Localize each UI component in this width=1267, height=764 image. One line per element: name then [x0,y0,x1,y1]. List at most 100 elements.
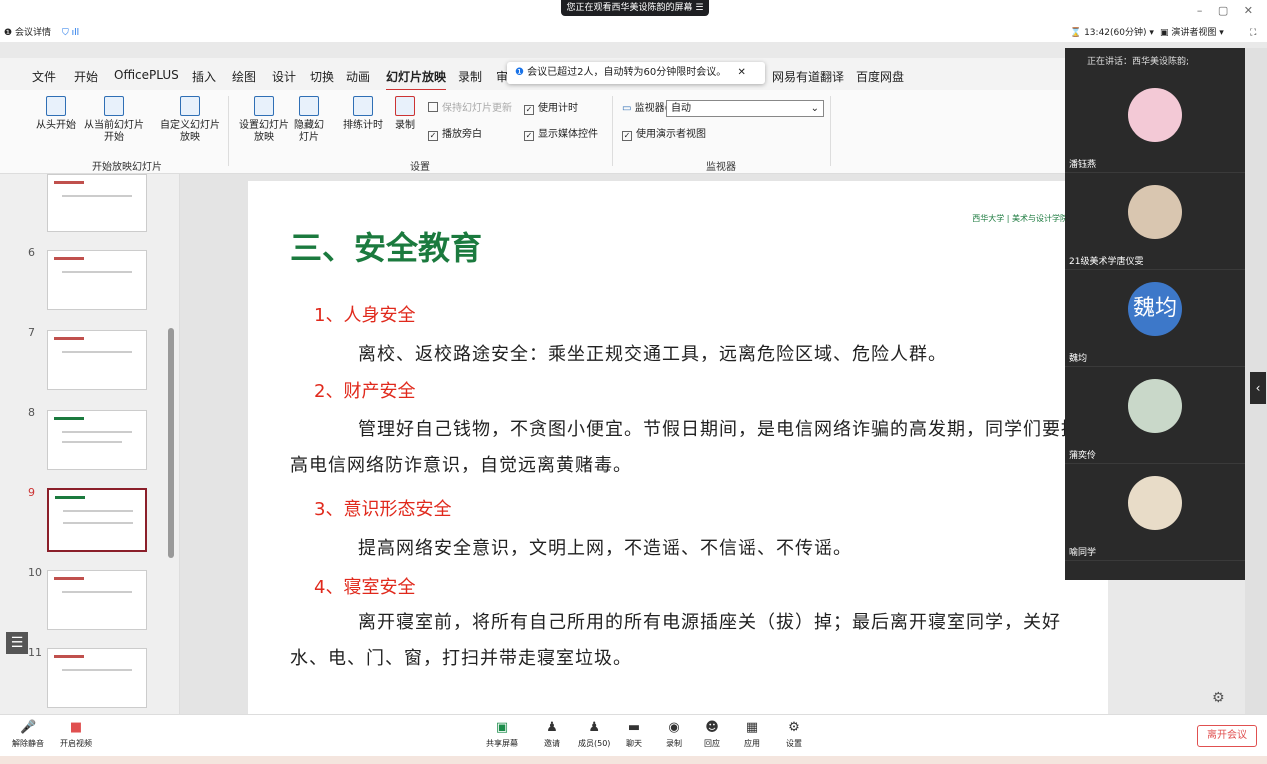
play-narration-checkbox[interactable]: ✓ 播放旁白 [428,128,482,142]
tab-design[interactable]: 设计 [272,68,296,85]
camera-off-icon: ■ [69,720,83,735]
participant-tile[interactable]: 21级美术学唐仪雯 [1065,173,1245,270]
slide-number: 7 [28,326,35,339]
members-icon: ♟ [588,720,601,735]
slide-number: 6 [28,246,35,259]
avatar [1128,88,1182,142]
share-screen-icon: ▣ [495,720,509,735]
presenter-view-checkbox[interactable]: ✓ 使用演示者视图 [622,128,706,142]
divider [830,96,831,166]
taskbar-strip [0,756,1267,764]
slide-thumbnail[interactable] [47,570,147,630]
tab-transitions[interactable]: 切换 [310,68,334,85]
slide-number: 11 [28,646,42,659]
participant-tile[interactable]: 潘钰燕 [1065,76,1245,173]
record-button[interactable]: 录制 [390,96,420,132]
custom-show-button[interactable]: 自定义幻灯片放映 [158,96,222,144]
tab-youdao[interactable]: 网易有道翻译 [772,68,844,85]
chat-button[interactable]: ▬ 聊天 [626,721,642,749]
tab-home[interactable]: 开始 [74,68,98,85]
from-start-button[interactable]: 从头开始 [34,96,78,132]
participant-video-panel: 正在讲话：西华美设陈韵; 潘钰燕 21级美术学唐仪雯 魏均 魏均 蒲奕伶 喻同学 [1065,48,1245,580]
time-limit-toast: ❶ 会议已超过2人，自动转为60分钟限时会议。 ✕ [507,62,765,84]
invite-button[interactable]: ♟ 邀请 [544,721,560,749]
keep-updated-checkbox[interactable]: 保持幻灯片更新 [428,102,512,116]
section-heading: 3、意识形态安全 [314,499,452,520]
current-slide[interactable]: 三、安全教育 西华大学 | 美术与设计学院 1、人身安全 离校、返校路途安全：乘… [248,181,1108,714]
avatar [1128,379,1182,433]
mic-muted-icon: 🎤 [20,720,37,735]
tab-baidu[interactable]: 百度网盘 [856,68,904,85]
university-logo: 西华大学 | 美术与设计学院 [972,214,1068,223]
participant-tile[interactable]: 喻同学 [1065,464,1245,561]
presenter-view-button[interactable]: ▣ 演讲者视图 ▾ [1160,26,1224,40]
participant-tile[interactable]: 蒲奕伶 [1065,367,1245,464]
share-screen-button[interactable]: ▣ 共享屏幕 [486,721,518,749]
setup-show-button[interactable]: 设置幻灯片放映 [236,96,292,144]
avatar [1128,185,1182,239]
tab-record[interactable]: 录制 [458,68,482,85]
invite-icon: ♟ [546,720,558,735]
chat-icon: ▬ [627,720,641,735]
collapse-panel-button[interactable]: ‹ [1250,372,1266,404]
section-heading: 2、财产安全 [314,381,416,402]
window-controls[interactable]: – ▢ ✕ [1197,4,1259,17]
screen-share-banner[interactable]: 您正在观看西华美设陈韵的屏幕 ☰ [561,0,709,16]
start-video-button[interactable]: ■ 开启视频 [60,721,92,749]
paragraph: 提高网络安全意识，文明上网，不造谣、不信谣、不传谣。 [358,538,852,559]
custom-show-icon [180,96,200,116]
react-button[interactable]: ☻ 回应 [704,721,720,749]
ribbon: 从头开始 从当前幻灯片开始 自定义幻灯片放映 开始放映幻灯片 设置幻灯片放映 隐… [0,90,1065,174]
meeting-bar: ❶ 会议详情 ⛉ ıll ⌛ 13:42(60分钟) ▾ ▣ 演讲者视图 ▾ ⛶ [0,24,1267,42]
use-timing-checkbox[interactable]: ✓ 使用计时 [524,102,578,116]
hide-slide-button[interactable]: 隐藏幻灯片 [292,96,326,144]
record-icon [395,96,415,116]
unmute-button[interactable]: 🎤 解除静音 [12,721,44,749]
gear-icon[interactable]: ⚙ [1212,690,1225,706]
menu-icon[interactable]: ☰ [6,632,28,654]
leave-meeting-button[interactable]: 离开会议 [1197,725,1257,747]
slide-thumbnail[interactable] [47,330,147,390]
slide-thumbnail[interactable] [47,250,147,310]
tab-slideshow[interactable]: 幻灯片放映 [386,68,447,91]
rehearse-button[interactable]: 排练计时 [340,96,386,132]
apps-button[interactable]: ▦ 应用 [744,721,760,749]
slide-number: 9 [28,486,35,499]
slide-thumbnail[interactable] [47,648,147,708]
divider [612,96,613,166]
tab-draw[interactable]: 绘图 [232,68,256,85]
slide-thumbnail[interactable] [47,410,147,470]
slide-thumbnail-selected[interactable] [47,488,147,552]
paragraph: 离开寝室前，将所有自己所用的所有电源插座关（拔）掉；最后离开寝室同学，关好水、电… [290,612,1061,669]
meeting-timer: ⌛ 13:42(60分钟) ▾ [1070,28,1154,38]
slide-number: 8 [28,406,35,419]
monitor-select[interactable]: 自动 ⌄ [666,100,824,117]
avatar: 魏均 [1128,282,1182,336]
shield-icon: ⛉ ıll [62,28,80,38]
participant-tile[interactable]: 魏均 魏均 [1065,270,1245,367]
members-button[interactable]: ♟ 成员(50) [578,721,610,749]
gear-icon: ⚙ [788,720,800,735]
chevron-down-icon: ⌄ [810,103,819,114]
meeting-toolbar: 🎤 解除静音 ■ 开启视频 ▣ 共享屏幕 ♟ 邀请 ♟ 成员(50) ▬ 聊天 ◉ 录制 ☻ 回… [0,714,1267,756]
group-start-label: 开始放映幻灯片 [92,162,162,173]
monitor-icon: ▭ [622,103,635,114]
record-meeting-button[interactable]: ◉ 录制 [666,721,682,749]
group-monitor-label: 监视器 [706,162,736,173]
tab-file[interactable]: 文件 [32,68,56,85]
group-setup-label: 设置 [410,162,430,173]
slide-thumbnail[interactable] [47,174,147,232]
record-icon: ◉ [668,720,680,735]
speaking-indicator: 正在讲话：西华美设陈韵; [1087,57,1190,67]
settings-button[interactable]: ⚙ 设置 [786,721,802,749]
close-icon[interactable]: ✕ [737,67,745,78]
thumbnail-scrollbar[interactable] [168,178,174,708]
tab-animations[interactable]: 动画 [346,68,370,85]
show-media-checkbox[interactable]: ✓ 显示媒体控件 [524,128,598,142]
slide-number: 10 [28,566,42,579]
tab-insert[interactable]: 插入 [192,68,216,85]
meeting-details-button[interactable]: ❶ 会议详情 [4,26,51,40]
tab-officeplus[interactable]: OfficePLUS [114,68,179,82]
fullscreen-icon[interactable]: ⛶ [1250,26,1256,40]
from-current-button[interactable]: 从当前幻灯片开始 [82,96,146,144]
